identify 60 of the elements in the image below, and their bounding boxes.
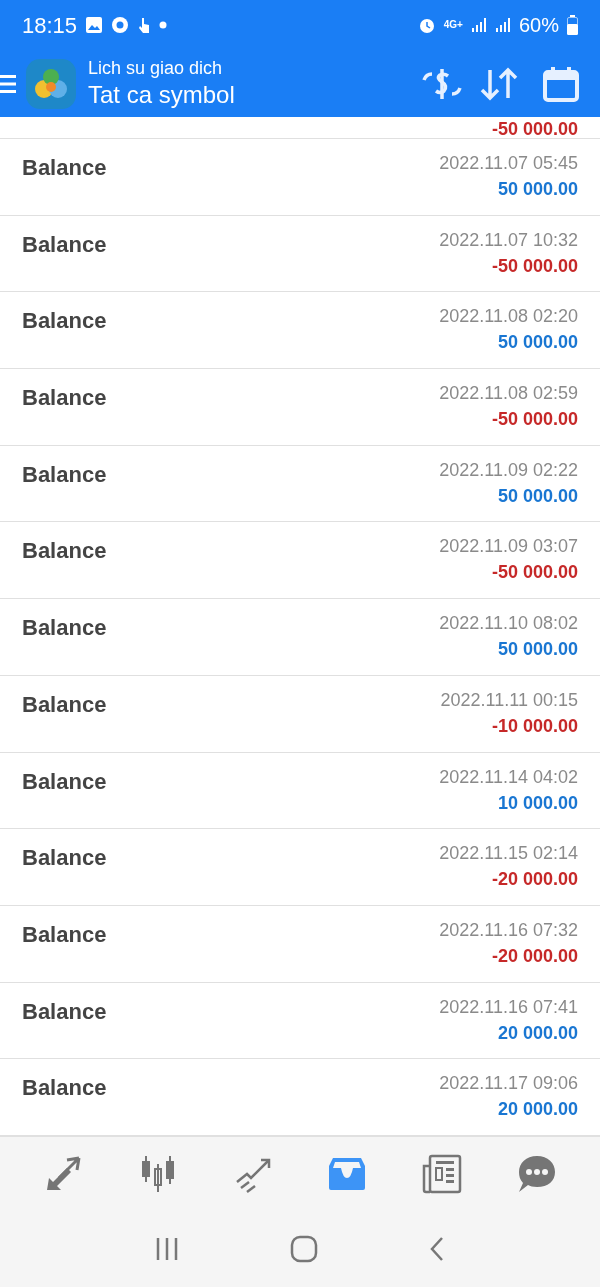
deal-type: Balance — [22, 1074, 107, 1103]
amount: -20 000.00 — [491, 868, 578, 892]
image-icon — [85, 16, 104, 34]
signal-icon — [470, 17, 487, 33]
deal-type: Balance — [22, 920, 107, 949]
deal-time: 2022.11.15 02:14 — [439, 842, 578, 866]
amount: -50 000.00 — [491, 254, 578, 278]
deal-type: Balance — [22, 614, 107, 643]
touch-icon — [137, 16, 152, 34]
browser-icon — [111, 16, 130, 34]
amount: -10 000.00 — [491, 714, 578, 738]
deal-time: 2022.11.16 07:41 — [439, 995, 578, 1019]
deal-time: 2022.11.11 00:15 — [440, 688, 578, 712]
deal-time: 2022.11.09 02:22 — [439, 458, 578, 482]
deal-time: 2022.11.09 03:07 — [439, 535, 578, 559]
deal-type: Balance — [22, 997, 107, 1026]
amount: 10 000.00 — [497, 791, 578, 815]
network-type: 4G+ — [443, 20, 463, 30]
alarm-icon — [417, 16, 436, 34]
deal-time: 2022.11.08 02:59 — [439, 382, 578, 406]
deal-type: Balance — [22, 690, 107, 719]
deal-time: 2022.11.17 09:06 — [439, 1072, 578, 1096]
deal-time: 2022.11.08 02:20 — [439, 305, 578, 329]
dot-icon — [159, 21, 168, 29]
screen-subtitle: Lich su giao dich — [88, 57, 224, 80]
amount: 20 000.00 — [497, 1021, 578, 1045]
deal-type: Balance — [22, 460, 107, 489]
amount: 50 000.00 — [497, 178, 578, 201]
deal-type: Balance — [22, 154, 107, 182]
deal-type: Balance — [22, 384, 107, 413]
battery-icon — [567, 15, 578, 35]
calendar-icon[interactable] — [542, 64, 580, 103]
amount: 50 000.00 — [497, 638, 578, 662]
home-icon[interactable] — [290, 1234, 318, 1263]
deal-type: Balance — [22, 307, 107, 336]
deal-time: 2022.11.07 05:45 — [439, 152, 578, 175]
sort-arrows-icon[interactable] — [478, 65, 520, 102]
amount: -20 000.00 — [491, 944, 578, 968]
deal-time: 2022.11.14 04:02 — [439, 765, 578, 789]
amount: 50 000.00 — [497, 484, 578, 508]
amount: -50 000.00 — [491, 561, 578, 585]
amount: 20 000.00 — [497, 1098, 578, 1122]
amount: -50 000.00 — [491, 408, 578, 432]
deal-type: Balance — [22, 844, 107, 873]
app-logo-icon — [26, 58, 76, 109]
screen-title: Tat ca symbol — [88, 79, 235, 110]
deal-type: Balance — [22, 230, 107, 259]
deal-type: Balance — [22, 537, 107, 566]
menu-icon[interactable] — [0, 72, 16, 95]
deal-time: 2022.11.16 07:32 — [439, 918, 578, 942]
battery-percent: 60% — [518, 13, 559, 38]
deal-time: 2022.11.10 08:02 — [439, 612, 578, 636]
amount: -50 000.00 — [491, 120, 578, 138]
signal-icon — [494, 17, 511, 33]
status-time: 18:15 — [22, 11, 78, 40]
back-icon[interactable] — [428, 1235, 445, 1262]
recents-icon[interactable] — [155, 1235, 180, 1262]
deal-type: Balance — [22, 767, 107, 796]
deal-time: 2022.11.07 10:32 — [439, 228, 578, 252]
amount: 50 000.00 — [497, 331, 578, 355]
